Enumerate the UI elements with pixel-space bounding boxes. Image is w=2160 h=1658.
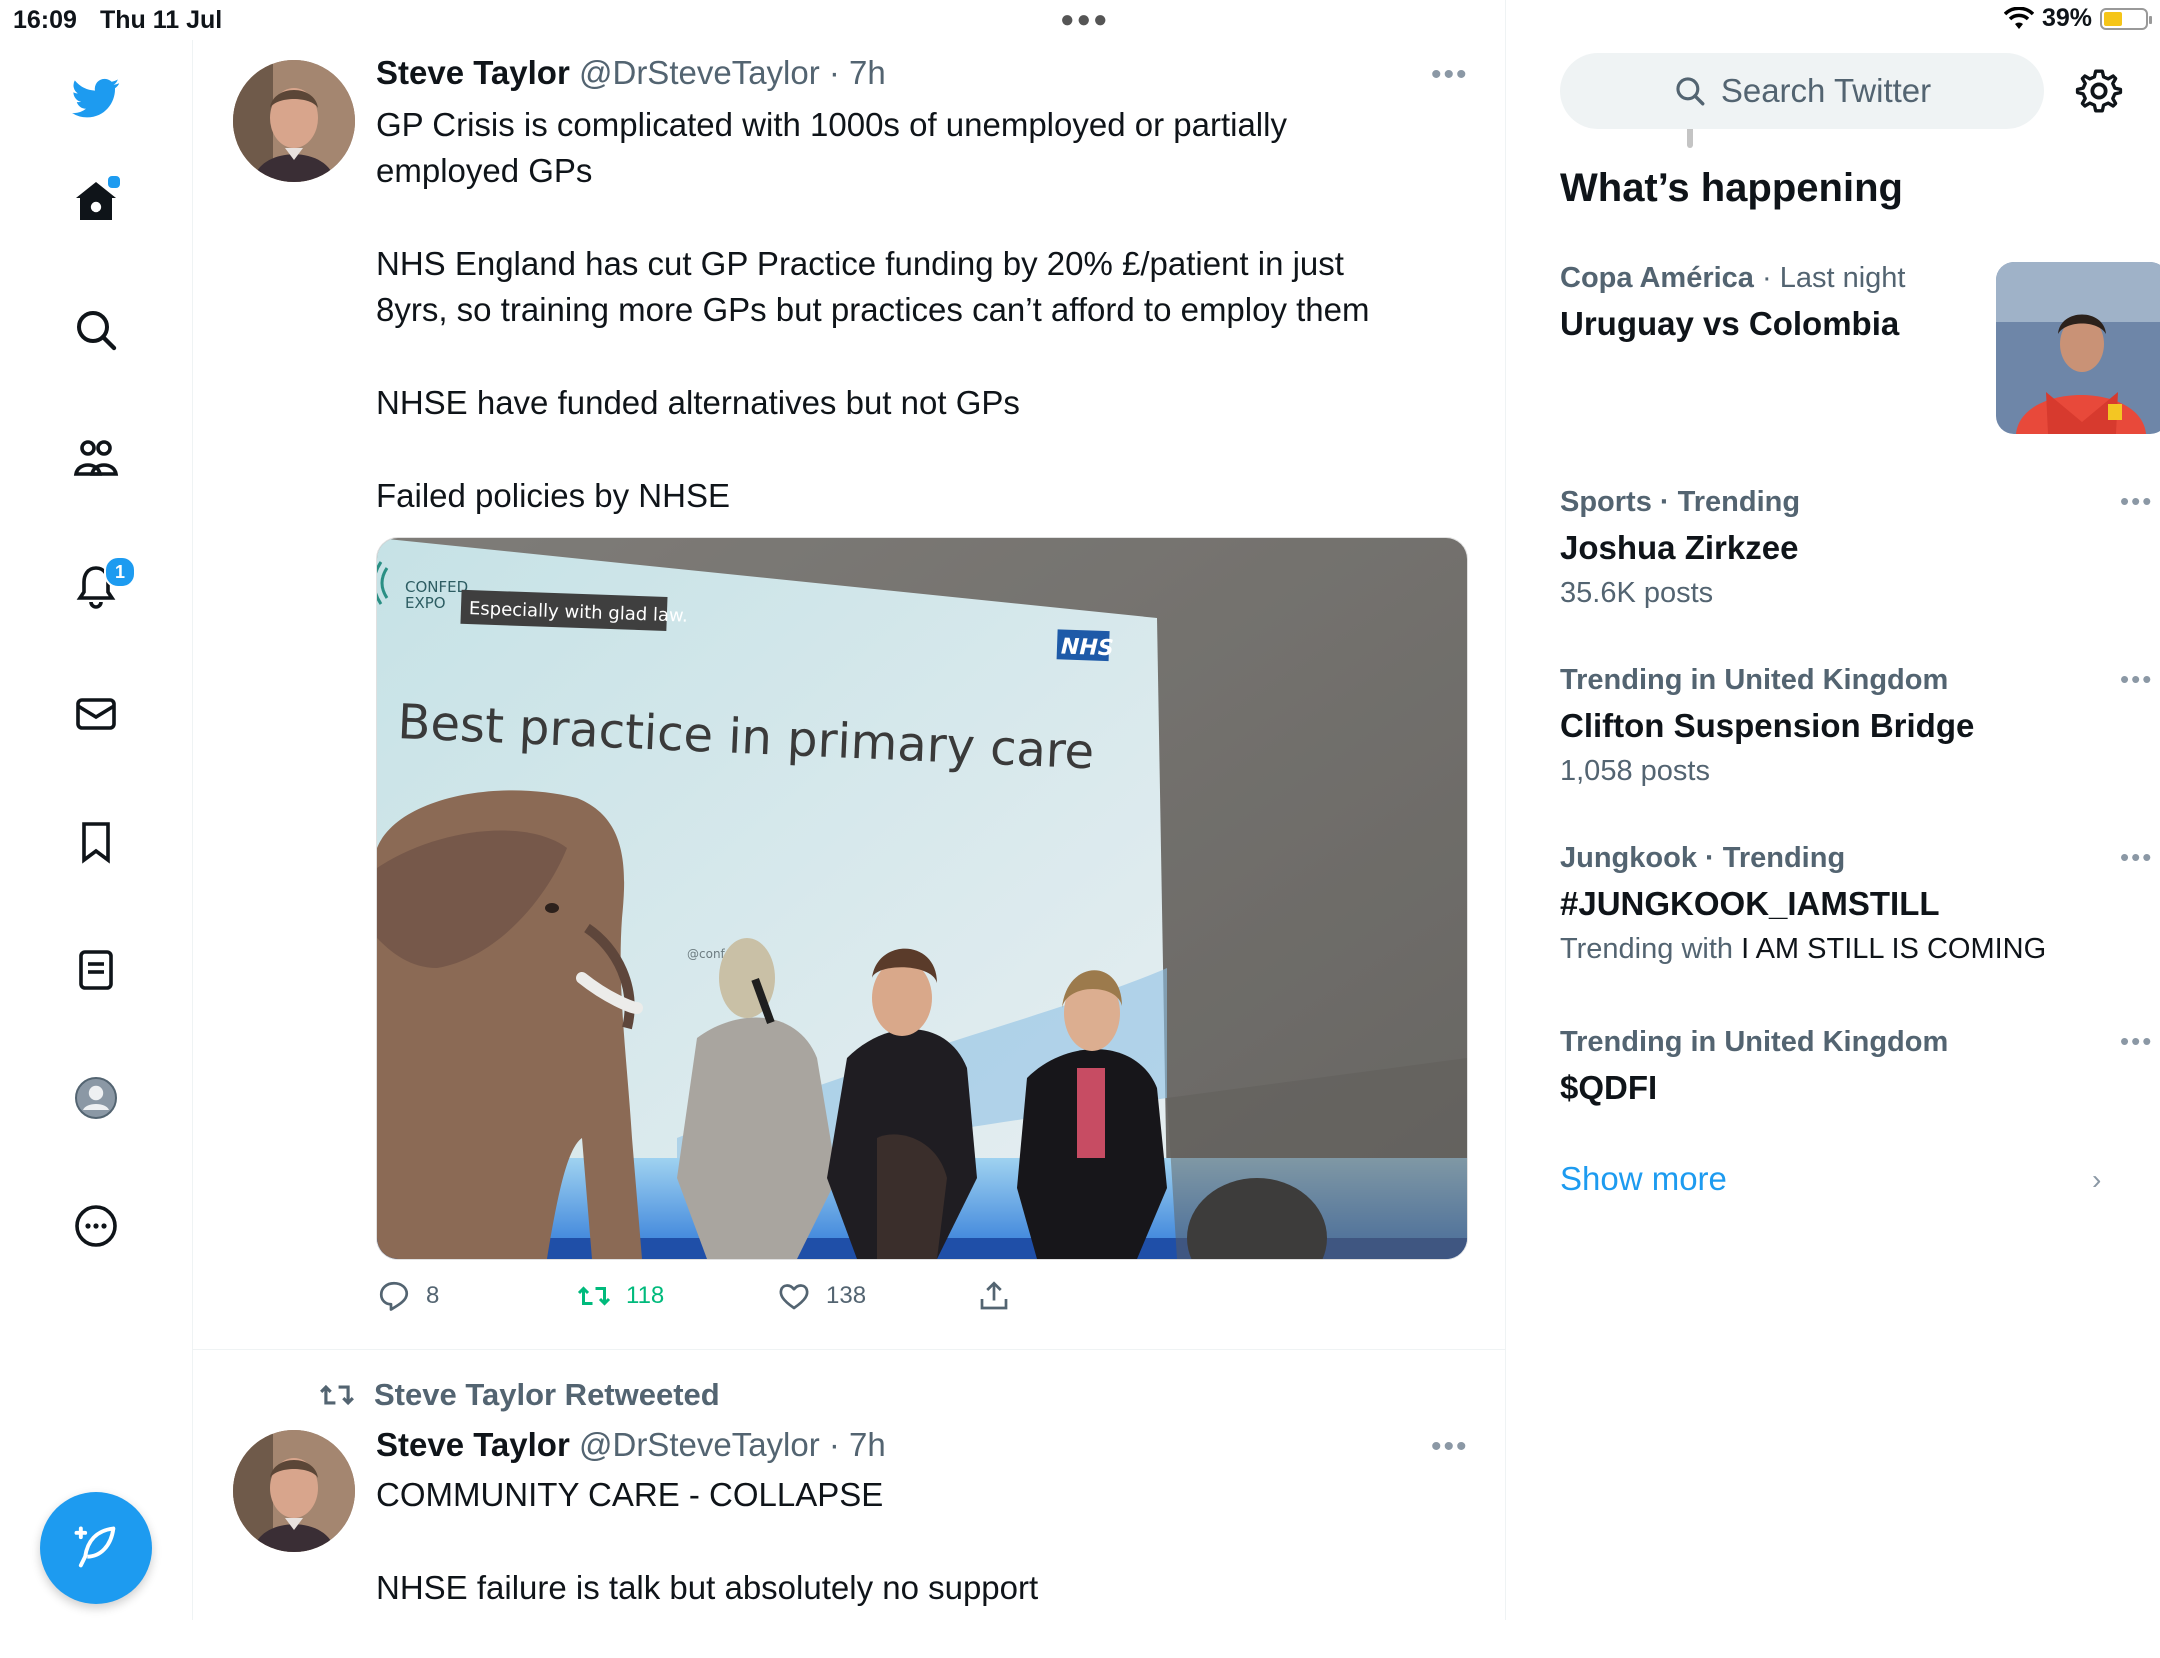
notifications-badge: 1 — [104, 556, 136, 588]
trend-post-count: 35.6K posts — [1560, 577, 1714, 609]
show-more-link[interactable]: Show more — [1560, 1160, 1727, 1198]
tweet-time[interactable]: · 7h — [829, 1426, 886, 1463]
retweeted-by-line: Steve Taylor Retweeted — [318, 1376, 720, 1414]
trending-with-term[interactable]: I AM STILL IS COMING — [1741, 933, 2046, 965]
profile-icon[interactable] — [64, 1066, 128, 1130]
tweet-header: Steve Taylor @DrSteveTaylor · 7h — [376, 1426, 886, 1464]
tweet-actions: 8 118 138 — [376, 1278, 1076, 1322]
more-options-icon[interactable] — [64, 1194, 128, 1258]
search-icon — [1676, 77, 1705, 106]
search-icon[interactable] — [64, 298, 128, 362]
trend-more-icon[interactable]: ••• — [2120, 1026, 2153, 1057]
communities-icon[interactable] — [64, 426, 128, 490]
author-handle[interactable]: @DrSteveTaylor — [579, 54, 820, 91]
trend-category: Jungkook · Trending — [1560, 842, 1846, 874]
trend-item[interactable]: Copa América · Last night Uruguay vs Col… — [1560, 262, 2160, 434]
status-time: 16:09 — [13, 6, 77, 34]
right-sidebar: Search Twitter What’s happening Copa Amé… — [1506, 0, 2160, 1620]
tweet-media-image[interactable]: CONFED EXPO Especially with glad law. NH… — [376, 537, 1468, 1260]
twitter-logo-icon[interactable] — [64, 66, 128, 130]
share-icon — [980, 1281, 1008, 1310]
settings-gear-icon[interactable] — [2074, 66, 2124, 116]
tweet-paragraph: NHS England has cut GP Practice funding … — [376, 245, 1370, 328]
left-navigation: 1 — [0, 40, 193, 1620]
trend-more-icon[interactable]: ••• — [2120, 486, 2153, 517]
tweet-time[interactable]: · 7h — [829, 54, 886, 91]
like-count: 138 — [826, 1282, 867, 1309]
reply-count: 8 — [426, 1282, 440, 1309]
avatar[interactable] — [233, 1430, 355, 1552]
tweet-more-icon[interactable]: ••• — [1431, 1430, 1469, 1464]
trend-more-icon[interactable]: ••• — [2120, 664, 2153, 695]
notifications-icon[interactable]: 1 — [64, 554, 136, 618]
bookmarks-icon[interactable] — [64, 810, 128, 874]
heart-icon — [779, 1284, 809, 1310]
trend-more-icon[interactable]: ••• — [2120, 842, 2153, 873]
trend-title: Clifton Suspension Bridge — [1560, 707, 1975, 744]
author-handle[interactable]: @DrSteveTaylor — [579, 1426, 820, 1463]
tweet-more-icon[interactable]: ••• — [1431, 58, 1469, 92]
trend-item[interactable]: Sports · Trending Joshua Zirkzee 35.6K p… — [1560, 486, 2151, 610]
expo-logo-text: EXPO — [405, 594, 446, 612]
share-button[interactable] — [976, 1278, 1012, 1314]
tweet-paragraph: GP Crisis is complicated with 1000s of u… — [376, 106, 1287, 189]
trend-item[interactable]: Trending in United Kingdom $QDFI ••• — [1560, 1026, 2151, 1107]
messages-icon[interactable] — [64, 682, 128, 746]
compose-tweet-button[interactable] — [40, 1492, 152, 1604]
tweet-divider — [193, 1349, 1505, 1350]
trending-with-label: Trending with — [1560, 933, 1734, 965]
tweet-text: GP Crisis is complicated with 1000s of u… — [376, 102, 1416, 566]
trend-trending-with: Trending with I AM STILL IS COMING — [1560, 933, 2120, 966]
trend-title: $QDFI — [1560, 1069, 1658, 1106]
trend-title: Joshua Zirkzee — [1560, 529, 1799, 566]
trend-category: Trending in United Kingdom — [1560, 664, 1949, 696]
reply-icon — [379, 1281, 409, 1311]
home-icon[interactable] — [64, 170, 128, 234]
retweet-count: 118 — [626, 1282, 665, 1309]
timeline: Steve Taylor @DrSteveTaylor · 7h ••• GP … — [193, 0, 1693, 1620]
avatar[interactable] — [233, 60, 355, 182]
trend-item[interactable]: Trending in United Kingdom Clifton Suspe… — [1560, 664, 2151, 788]
compose-feather-icon — [74, 1526, 116, 1568]
retweet-icon — [320, 1384, 354, 1406]
author-name[interactable]: Steve Taylor — [376, 54, 570, 91]
chevron-right-icon: › — [2092, 1164, 2102, 1195]
tweet-paragraph: Failed policies by NHSE — [376, 477, 730, 514]
tweet-paragraph: NHSE failure is talk but absolutely no s… — [376, 1569, 1039, 1606]
trend-category: Trending in United Kingdom — [1560, 1026, 1949, 1058]
trend-category: Sports · Trending — [1560, 486, 1801, 518]
trend-thumbnail-image[interactable] — [1996, 262, 2160, 434]
trend-context: · Last night — [1762, 262, 1906, 294]
trend-category: Copa América — [1560, 262, 1754, 294]
retweet-icon — [577, 1286, 611, 1306]
whats-happening-title: What’s happening — [1560, 166, 1903, 210]
author-name[interactable]: Steve Taylor — [376, 1426, 570, 1463]
reply-button[interactable]: 8 — [376, 1278, 439, 1314]
trend-item[interactable]: Jungkook · Trending #JUNGKOOK_IAMSTILL T… — [1560, 842, 2151, 966]
nhs-logo-text: NHS — [1061, 634, 1115, 661]
retweet-button[interactable]: 118 — [576, 1278, 664, 1314]
like-button[interactable]: 138 — [776, 1278, 866, 1314]
tweet-text: COMMUNITY CARE - COLLAPSE NHSE failure i… — [376, 1472, 1416, 1658]
trend-post-count: 1,058 posts — [1560, 755, 1710, 787]
home-new-dot — [106, 174, 122, 190]
search-input[interactable]: Search Twitter — [1560, 53, 2044, 129]
tweet-header: Steve Taylor @DrSteveTaylor · 7h — [376, 54, 886, 92]
search-placeholder: Search Twitter — [1720, 72, 1932, 109]
lists-icon[interactable] — [64, 938, 128, 1002]
tweet-paragraph: NHSE have funded alternatives but not GP… — [376, 384, 1020, 421]
tweet-paragraph: COMMUNITY CARE - COLLAPSE — [376, 1476, 884, 1513]
trend-title: #JUNGKOOK_IAMSTILL — [1560, 885, 1940, 922]
retweeted-by-text[interactable]: Steve Taylor Retweeted — [374, 1377, 720, 1413]
